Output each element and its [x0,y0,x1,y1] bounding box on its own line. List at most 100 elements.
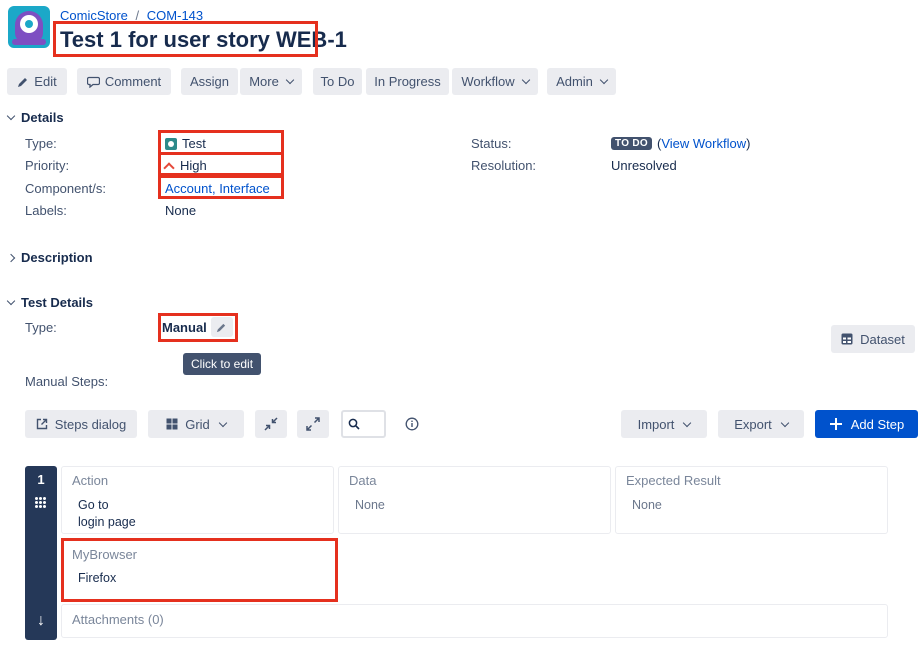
pencil-icon [18,77,28,87]
test-type-icon [165,137,177,150]
step-custom-field-cell[interactable]: MyBrowser Firefox [61,540,334,598]
add-step-button[interactable]: Add Step [815,410,918,438]
expected-result-value: None [632,498,662,512]
manual-steps-label: Manual Steps: [25,374,109,389]
breadcrumb: ComicStore / COM-143 [60,8,203,23]
todo-label: To Do [320,74,355,89]
assign-button[interactable]: Assign [181,68,238,95]
workflow-button[interactable]: Workflow [452,68,538,95]
info-icon[interactable] [405,417,419,431]
test-details-section-toggle[interactable]: Test Details [6,295,94,310]
attachments-label: Attachments (0) [72,612,164,627]
workflow-label: Workflow [461,74,515,89]
priority-label: Priority: [25,158,70,173]
status-value: TO DO (View Workflow) [611,136,750,151]
step-attachments-cell[interactable]: Attachments (0) [61,604,888,638]
export-dropdown[interactable]: Export [718,410,804,438]
grid-view-dropdown[interactable]: Grid [148,410,244,438]
edit-button[interactable]: Edit [7,68,67,95]
steps-dialog-label: Steps dialog [54,416,127,432]
assign-label: Assign [189,74,230,89]
comment-icon [86,76,100,88]
pencil-icon [217,323,226,332]
priority-value: High [163,158,207,174]
mybrowser-header: MyBrowser [72,547,138,562]
steps-search-input[interactable] [341,410,386,438]
external-link-icon [36,418,47,430]
chevron-down-icon [780,418,790,427]
add-step-label: Add Step [850,416,905,432]
components-value[interactable]: Account, Interface [165,181,270,196]
step-action-cell[interactable]: Action Go to login page [61,466,334,534]
step-expected-result-cell[interactable]: Expected Result None [615,466,888,534]
breadcrumb-project-link[interactable]: ComicStore [60,8,128,23]
in-progress-button[interactable]: In Progress [366,68,449,95]
chevron-down-icon [683,418,692,427]
admin-button[interactable]: Admin [547,68,616,95]
test-type-label: Type: [25,320,57,335]
breadcrumb-separator: / [135,8,140,23]
chevron-down-icon [218,418,228,427]
type-value: Test [165,136,206,151]
grid-label: Grid [185,416,210,432]
edit-test-type-button[interactable] [210,317,233,337]
step-number: 1 [37,472,45,487]
chevron-down-icon [6,296,16,306]
components-label: Component/s: [25,181,106,196]
plus-icon [829,418,842,430]
more-button[interactable]: More [240,68,302,95]
drag-handle-icon[interactable] [35,497,47,509]
step-data-cell[interactable]: Data None [338,466,611,534]
expand-icon [306,417,320,431]
type-label: Type: [25,136,57,151]
priority-value-text: High [180,158,207,173]
test-details-heading: Test Details [21,295,94,310]
action-value: Go to login page [78,497,136,531]
export-label: Export [734,416,772,432]
chevron-right-icon [6,253,16,262]
collapse-button[interactable] [255,410,287,438]
step-rail: 1 ↓ [25,466,57,640]
import-label: Import [637,416,675,432]
test-type-value[interactable]: Manual [162,317,233,337]
data-value: None [355,498,385,512]
breadcrumb-issue-link[interactable]: COM-143 [147,8,203,23]
test-type-value-text: Manual [162,319,207,335]
edit-label: Edit [34,74,57,89]
priority-high-icon [163,161,175,174]
todo-button[interactable]: To Do [313,68,362,95]
status-label: Status: [471,136,512,151]
grid-icon [166,418,178,430]
project-avatar[interactable] [8,6,50,48]
labels-label: Labels: [25,203,67,218]
collapse-icon [264,417,278,431]
issue-title[interactable]: Test 1 for user story WEB-1 [60,27,347,53]
action-header: Action [72,473,109,488]
arrow-down-icon[interactable]: ↓ [25,612,57,630]
table-icon [841,333,853,345]
import-dropdown[interactable]: Import [621,410,707,438]
search-icon [348,418,360,430]
dataset-button[interactable]: Dataset [831,325,915,353]
labels-value[interactable]: None [165,203,196,218]
expected-result-header: Expected Result [626,473,721,488]
dataset-label: Dataset [860,331,905,347]
description-section-toggle[interactable]: Description [6,250,93,265]
details-heading: Details [21,110,64,125]
in-progress-label: In Progress [374,74,441,89]
more-label: More [249,74,279,89]
chevron-down-icon [285,75,295,85]
view-workflow-link[interactable]: View Workflow [661,136,746,151]
action-line-1: Go to [78,498,109,512]
action-line-2: login page [78,515,136,529]
comment-button[interactable]: Comment [77,68,171,95]
type-value-text: Test [182,136,206,151]
data-header: Data [349,473,377,488]
mybrowser-value: Firefox [78,571,117,585]
steps-dialog-button[interactable]: Steps dialog [25,410,137,438]
details-section-toggle[interactable]: Details [6,110,64,125]
admin-label: Admin [556,74,593,89]
status-paren-close: ) [746,136,751,151]
expand-button[interactable] [297,410,329,438]
resolution-value: Unresolved [611,158,677,173]
